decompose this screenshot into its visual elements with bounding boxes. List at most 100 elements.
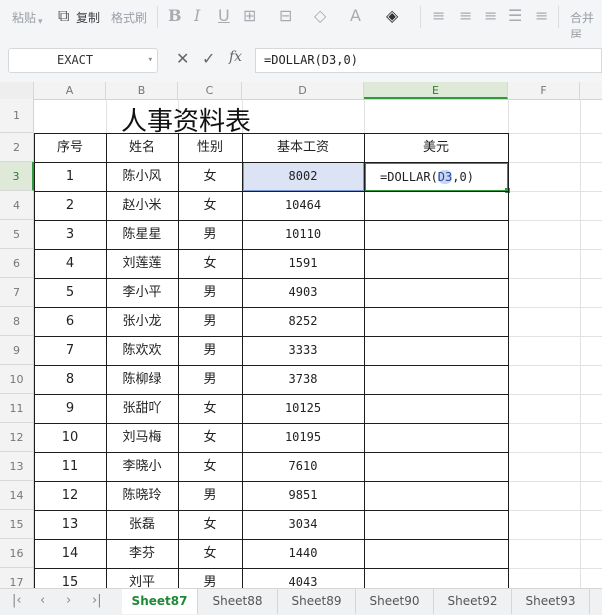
data-cell[interactable]: 10195 [242,423,364,452]
data-cell[interactable]: 女 [178,510,242,539]
data-cell[interactable]: 陈欢欢 [106,336,178,365]
data-cell[interactable]: 3034 [242,510,364,539]
data-cell[interactable]: 3738 [242,365,364,394]
row-header-2[interactable]: 2 [0,133,34,162]
next-sheet-icon[interactable]: › [66,593,71,608]
underline-icon[interactable]: U [218,6,230,26]
data-cell[interactable]: 9 [34,394,106,423]
select-all-corner[interactable] [0,82,34,99]
confirm-icon[interactable]: ✓ [202,49,215,68]
border-icon[interactable]: ⊞ [243,6,256,26]
prev-sheet-icon[interactable]: ‹ [40,593,45,608]
chevron-down-icon[interactable]: ▾ [100,49,153,72]
align-middle-icon[interactable]: ≡ [459,6,472,26]
data-cell[interactable]: 男 [178,307,242,336]
fill-color-icon[interactable]: ◇ [314,6,326,26]
column-header-c[interactable]: C [178,82,242,99]
data-cell[interactable]: 2 [34,191,106,220]
merge-style-icon[interactable]: ⊟ [279,6,292,26]
data-cell[interactable]: 陈柳绿 [106,365,178,394]
clear-icon[interactable]: ◈ [386,6,398,26]
data-cell[interactable]: 陈小风 [106,162,178,191]
paste-dropdown-icon[interactable]: ▾ [38,12,43,32]
data-cell[interactable]: 10 [34,423,106,452]
format-painter-button[interactable]: 格式刷 [111,9,147,26]
header-cell[interactable]: 基本工资 [242,133,364,162]
row-header-9[interactable]: 9 [0,336,34,365]
bold-icon[interactable]: B [168,6,182,26]
data-cell[interactable]: 11 [34,452,106,481]
sheet-tab-89[interactable]: Sheet89 [278,589,356,614]
data-cell[interactable]: 男 [178,481,242,510]
data-cell[interactable]: 张小龙 [106,307,178,336]
data-cell[interactable]: 1591 [242,249,364,278]
data-cell[interactable]: 4903 [242,278,364,307]
column-header-d[interactable]: D [242,82,364,99]
data-cell[interactable]: 3 [34,220,106,249]
italic-icon[interactable]: I [194,6,200,26]
column-header-e[interactable]: E [364,82,508,99]
data-cell[interactable]: 13 [34,510,106,539]
data-cell[interactable]: 7 [34,336,106,365]
header-cell[interactable]: 美元 [364,133,508,162]
sheet-tab-87[interactable]: Sheet87 [122,589,198,614]
column-header-b[interactable]: B [106,82,178,99]
data-cell[interactable]: 7610 [242,452,364,481]
align-top-icon[interactable]: ≡ [432,6,445,26]
data-cell[interactable]: 10125 [242,394,364,423]
data-cell[interactable]: 赵小米 [106,191,178,220]
data-cell[interactable]: 女 [178,394,242,423]
row-header-1[interactable]: 1 [0,99,34,133]
formula-input[interactable]: =DOLLAR(D3,0) [255,48,602,73]
data-cell[interactable]: 14 [34,539,106,568]
data-cell[interactable]: 张磊 [106,510,178,539]
copy-button[interactable]: 复制 [76,9,100,26]
header-cell[interactable]: 性别 [178,133,242,162]
data-cell[interactable]: 女 [178,539,242,568]
data-cell[interactable]: 男 [178,220,242,249]
sheet-tab-88[interactable]: Sheet88 [198,589,278,614]
header-cell[interactable]: 姓名 [106,133,178,162]
row-header-13[interactable]: 13 [0,452,34,481]
row-header-10[interactable]: 10 [0,365,34,394]
data-cell[interactable]: 女 [178,249,242,278]
data-cell[interactable]: 女 [178,191,242,220]
data-cell[interactable]: 1440 [242,539,364,568]
data-cell[interactable]: 6 [34,307,106,336]
column-header-f[interactable]: F [508,82,580,99]
data-cell[interactable]: 12 [34,481,106,510]
row-header-8[interactable]: 8 [0,307,34,336]
data-cell[interactable]: 李小平 [106,278,178,307]
sheet-tab-93[interactable]: Sheet93 [512,589,590,614]
data-cell[interactable]: 女 [178,452,242,481]
row-header-15[interactable]: 15 [0,510,34,539]
data-cell[interactable]: 陈晓玲 [106,481,178,510]
data-cell[interactable]: 10464 [242,191,364,220]
data-cell[interactable]: 李芬 [106,539,178,568]
align-right-icon[interactable]: ≡ [535,6,548,26]
data-cell[interactable]: 8252 [242,307,364,336]
data-cell[interactable]: 刘马梅 [106,423,178,452]
data-cell[interactable]: 陈星星 [106,220,178,249]
row-header-3[interactable]: 3 [0,162,34,191]
row-header-12[interactable]: 12 [0,423,34,452]
data-cell[interactable]: 刘莲莲 [106,249,178,278]
data-cell[interactable]: 男 [178,336,242,365]
data-cell[interactable]: 张甜吖 [106,394,178,423]
data-cell[interactable]: 8 [34,365,106,394]
copy-icon[interactable]: ⧉ [58,6,69,26]
row-header-7[interactable]: 7 [0,278,34,307]
data-cell[interactable]: 李晓小 [106,452,178,481]
data-cell[interactable]: 1 [34,162,106,191]
font-color-icon[interactable]: A [350,6,361,26]
data-cell[interactable]: 8002 [242,162,364,191]
first-sheet-icon[interactable]: |‹ [12,593,22,608]
row-header-11[interactable]: 11 [0,394,34,423]
paste-button[interactable]: 粘贴 [12,9,36,26]
row-header-6[interactable]: 6 [0,249,34,278]
cancel-icon[interactable]: ✕ [176,49,189,68]
data-cell[interactable]: 5 [34,278,106,307]
data-cell[interactable]: 男 [178,365,242,394]
row-header-14[interactable]: 14 [0,481,34,510]
data-cell[interactable]: 4 [34,249,106,278]
